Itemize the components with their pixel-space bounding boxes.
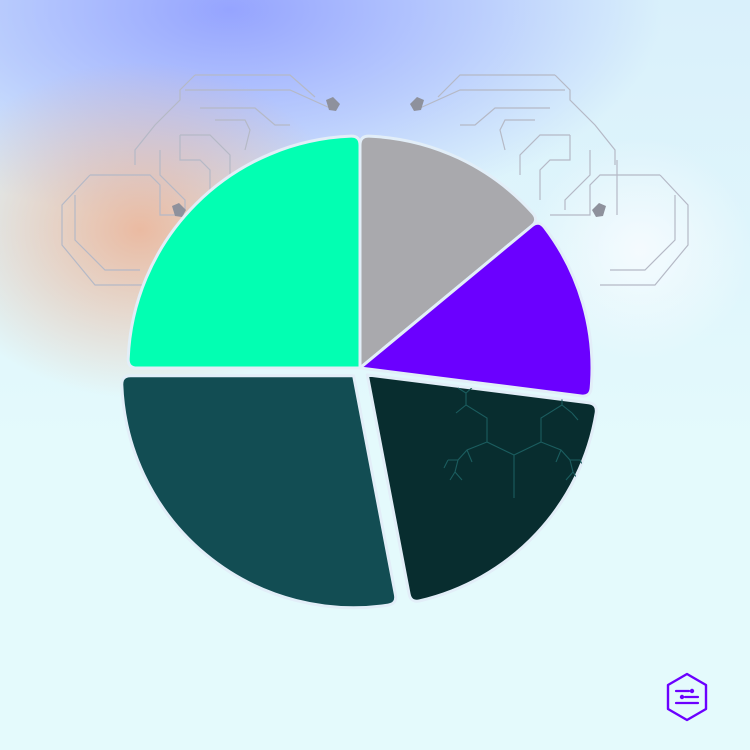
pie-slice <box>365 373 598 603</box>
pie-slices <box>120 134 598 610</box>
pie-chart <box>120 134 598 610</box>
hexagon-logo-icon <box>666 672 708 722</box>
pie-slice <box>126 134 362 370</box>
pie-slice <box>120 374 398 610</box>
